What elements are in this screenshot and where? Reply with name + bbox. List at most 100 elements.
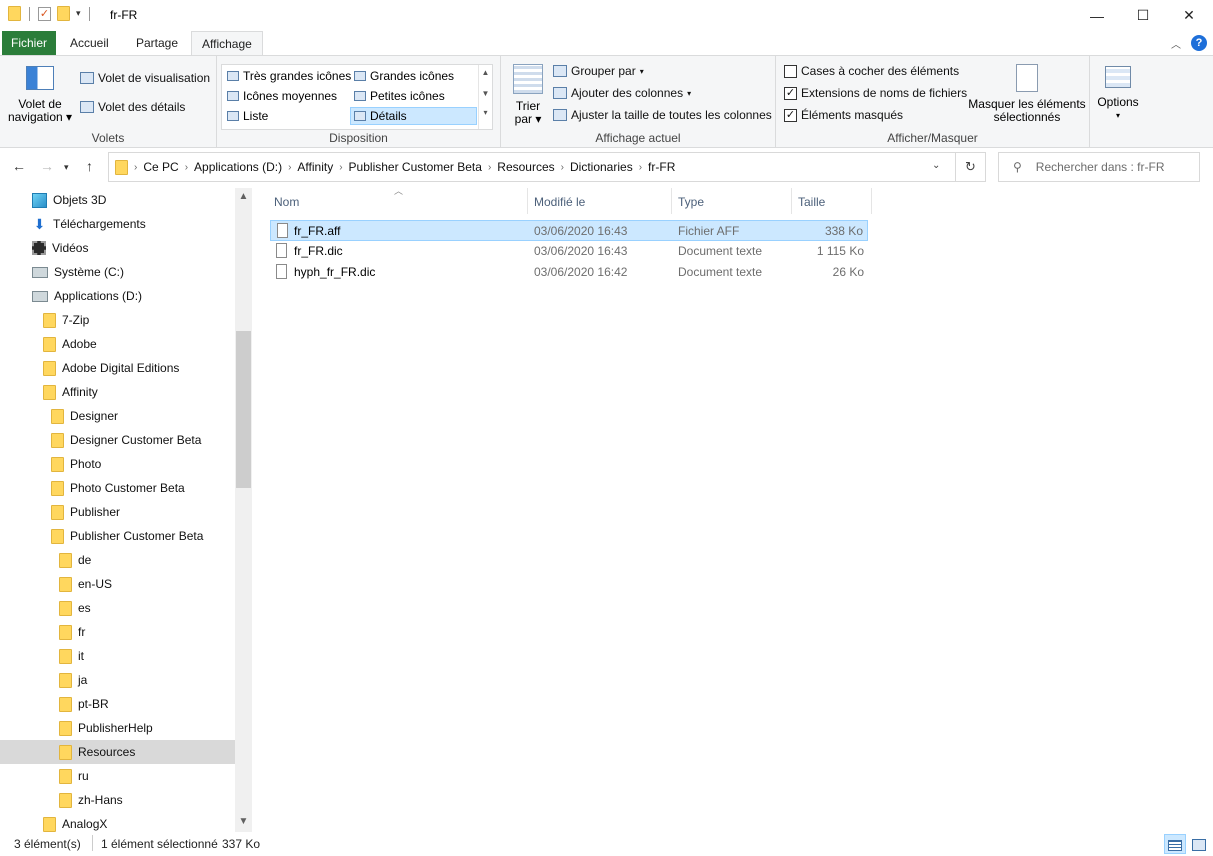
size-columns-button[interactable]: Ajuster la taille de toutes les colonnes xyxy=(553,108,772,122)
folder-icon[interactable] xyxy=(8,6,21,21)
tree-item[interactable]: en-US xyxy=(0,572,235,596)
layout-medium-icons[interactable]: Icônes moyennes xyxy=(224,87,337,105)
tree-item[interactable]: Publisher Customer Beta xyxy=(0,524,235,548)
large-icons-view-button[interactable] xyxy=(1188,834,1210,854)
up-arrow-icon[interactable]: ↑ xyxy=(86,158,93,174)
tree-item[interactable]: ru xyxy=(0,764,235,788)
hide-selected-button[interactable]: Masquer les éléments sélectionnés xyxy=(968,64,1086,124)
scroll-up-icon[interactable]: ▲ xyxy=(235,191,252,202)
minimize-button[interactable]: — xyxy=(1074,0,1120,31)
breadcrumb-applications[interactable]: Applications (D:) xyxy=(194,160,282,174)
qat-customize-icon[interactable]: ▾ xyxy=(76,8,81,19)
file-row[interactable]: fr_FR.aff 03/06/2020 16:43 Fichier AFF 3… xyxy=(270,220,868,241)
tree-item[interactable]: Photo xyxy=(0,452,235,476)
column-header-type[interactable]: Type xyxy=(674,188,792,214)
tree-item[interactable]: ⬇ Téléchargements xyxy=(0,212,235,236)
checkbox-unchecked[interactable] xyxy=(784,64,797,78)
collapse-ribbon-icon[interactable]: ︿ xyxy=(1171,36,1181,51)
tree-item[interactable]: pt-BR xyxy=(0,692,235,716)
tree-item[interactable]: Designer xyxy=(0,404,235,428)
new-folder-icon[interactable] xyxy=(57,6,70,21)
layout-list[interactable]: Liste xyxy=(224,107,268,125)
breadcrumb-publisher-beta[interactable]: Publisher Customer Beta xyxy=(349,160,482,174)
back-arrow-icon[interactable]: ← xyxy=(12,158,26,174)
gallery-down-icon[interactable]: ▼ xyxy=(479,89,492,98)
help-icon[interactable]: ? xyxy=(1191,35,1207,51)
column-header-modified[interactable]: Modifié le xyxy=(530,188,672,214)
details-view-button[interactable] xyxy=(1164,834,1186,854)
tree-item[interactable]: ja xyxy=(0,668,235,692)
layout-large-icons[interactable]: Grandes icônes xyxy=(351,67,454,85)
sort-by-button[interactable]: Trier par ▾ xyxy=(509,64,547,126)
tab-accueil[interactable]: Accueil xyxy=(60,31,119,55)
tree-item[interactable]: Resources xyxy=(0,740,235,764)
checkbox-checked[interactable]: ✓ xyxy=(784,86,797,100)
address-bar[interactable]: › Ce PC › Applications (D:) › Affinity ›… xyxy=(108,152,956,182)
details-pane-button[interactable]: Volet des détails xyxy=(80,100,185,114)
chevron-right-icon[interactable]: › xyxy=(288,162,291,173)
breadcrumb-resources[interactable]: Resources xyxy=(497,160,554,174)
scroll-thumb[interactable] xyxy=(236,331,251,488)
tree-item[interactable]: it xyxy=(0,644,235,668)
options-button[interactable]: Options ▾ xyxy=(1094,66,1142,122)
layout-details[interactable]: Détails xyxy=(350,107,477,125)
properties-check-icon[interactable]: ✓ xyxy=(38,6,51,21)
breadcrumb-fr-fr[interactable]: fr-FR xyxy=(648,160,675,174)
gallery-up-icon[interactable]: ▲ xyxy=(479,68,492,77)
group-by-button[interactable]: Grouper par ▾ xyxy=(553,64,644,78)
file-row[interactable]: hyph_fr_FR.dic 03/06/2020 16:42 Document… xyxy=(270,262,868,283)
tree-item[interactable]: Vidéos xyxy=(0,236,235,260)
column-header-size[interactable]: Taille xyxy=(794,188,872,214)
chevron-right-icon[interactable]: › xyxy=(488,162,491,173)
checkbox-checked[interactable]: ✓ xyxy=(784,108,797,122)
add-columns-button[interactable]: Ajouter des colonnes ▾ xyxy=(553,86,691,100)
tree-item[interactable]: PublisherHelp xyxy=(0,716,235,740)
tree-item[interactable]: 7-Zip xyxy=(0,308,235,332)
file-row[interactable]: fr_FR.dic 03/06/2020 16:43 Document text… xyxy=(270,241,868,262)
tree-scrollbar[interactable]: ▲ ▼ xyxy=(235,188,252,832)
breadcrumb-dictionaries[interactable]: Dictionaries xyxy=(570,160,633,174)
layout-extra-large-icons[interactable]: Très grandes icônes xyxy=(224,67,351,85)
tree-item[interactable]: Applications (D:) xyxy=(0,284,235,308)
forward-arrow-icon[interactable]: → xyxy=(40,158,54,174)
column-header-name[interactable]: Nom xyxy=(270,188,528,214)
tree-item[interactable]: Publisher xyxy=(0,500,235,524)
gallery-expand-icon[interactable]: ▾ xyxy=(479,108,492,117)
breadcrumb-ce-pc[interactable]: Ce PC xyxy=(143,160,178,174)
item-checkboxes-toggle[interactable]: Cases à cocher des éléments xyxy=(784,64,959,78)
close-button[interactable]: ✕ xyxy=(1166,0,1212,31)
chevron-right-icon[interactable]: › xyxy=(639,162,642,173)
address-history-icon[interactable]: ⌄ xyxy=(932,160,940,171)
hidden-items-toggle[interactable]: ✓ Éléments masqués xyxy=(784,108,903,122)
recent-locations-icon[interactable]: ▾ xyxy=(64,162,69,173)
scroll-down-icon[interactable]: ▼ xyxy=(235,816,252,827)
chevron-right-icon[interactable]: › xyxy=(134,162,137,173)
chevron-right-icon[interactable]: › xyxy=(339,162,342,173)
file-extensions-toggle[interactable]: ✓ Extensions de noms de fichiers xyxy=(784,86,967,100)
refresh-button[interactable]: ↻ xyxy=(956,152,986,182)
tree-item[interactable]: fr xyxy=(0,620,235,644)
breadcrumb-affinity[interactable]: Affinity xyxy=(297,160,333,174)
layout-small-icons[interactable]: Petites icônes xyxy=(351,87,445,105)
tab-partage[interactable]: Partage xyxy=(126,31,188,55)
gallery-scroll[interactable]: ▲ ▼ ▾ xyxy=(478,65,492,129)
tree-item[interactable]: Adobe xyxy=(0,332,235,356)
chevron-right-icon[interactable]: › xyxy=(561,162,564,173)
tab-affichage[interactable]: Affichage xyxy=(191,31,263,55)
tree-item[interactable]: Affinity xyxy=(0,380,235,404)
tree-item[interactable]: Objets 3D xyxy=(0,188,235,212)
tree-item[interactable]: Système (C:) xyxy=(0,260,235,284)
tree-item[interactable]: zh-Hans xyxy=(0,788,235,812)
tree-item[interactable]: Designer Customer Beta xyxy=(0,428,235,452)
maximize-button[interactable]: ☐ xyxy=(1120,0,1166,31)
preview-pane-button[interactable]: Volet de visualisation xyxy=(80,71,210,85)
tree-item[interactable]: Photo Customer Beta xyxy=(0,476,235,500)
tree-item[interactable]: Adobe Digital Editions xyxy=(0,356,235,380)
chevron-right-icon[interactable]: › xyxy=(185,162,188,173)
tree-item[interactable]: es xyxy=(0,596,235,620)
tab-fichier[interactable]: Fichier xyxy=(2,31,56,55)
navigation-pane-button[interactable]: Volet de navigation ▾ xyxy=(6,66,74,124)
search-input[interactable]: Rechercher dans : fr-FR xyxy=(1036,160,1165,174)
tree-item[interactable]: de xyxy=(0,548,235,572)
search-box[interactable]: ⚲ Rechercher dans : fr-FR xyxy=(998,152,1200,182)
